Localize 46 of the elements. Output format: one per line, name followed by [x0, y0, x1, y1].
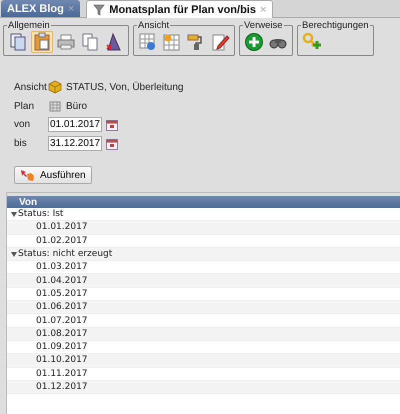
- group-label: Status: Ist: [18, 209, 64, 220]
- toolbar-button[interactable]: [31, 31, 53, 53]
- edit-icon: [210, 32, 230, 52]
- tab[interactable]: Monatsplan für Plan von/bis ×: [86, 0, 274, 18]
- calendar-icon[interactable]: [106, 118, 118, 131]
- column-header[interactable]: Von: [19, 196, 38, 208]
- table-icon: [48, 99, 62, 114]
- date-field[interactable]: 31.12.2017: [48, 136, 102, 152]
- calendar-icon[interactable]: [106, 138, 118, 150]
- table-cell-text: 01.03.2017: [35, 262, 88, 272]
- table-cell-text: 01.02.2017: [35, 236, 88, 246]
- grid-refresh-icon: [138, 32, 158, 52]
- date-field[interactable]: 01.01.2017: [48, 117, 102, 132]
- group-title: Ansicht: [137, 20, 170, 31]
- printer-icon: [56, 32, 76, 52]
- table-cell-text: 01.07.2017: [35, 316, 88, 326]
- view-value: STATUS, Von, Überleitung: [66, 82, 184, 93]
- table-cell-text: 01.04.2017: [35, 276, 88, 286]
- tab[interactable]: ALEX Blog ×: [1, 0, 80, 17]
- group-title: Allgemein: [7, 20, 51, 31]
- plan-value: Büro: [66, 100, 88, 112]
- toolbar-button[interactable]: [243, 31, 265, 53]
- add-icon: [244, 32, 264, 52]
- filter-icon: [93, 4, 106, 16]
- field-label: Plan: [14, 100, 36, 112]
- table-cell-text: 01.08.2017: [35, 328, 88, 339]
- key-icon: [302, 32, 322, 52]
- table-cell-text: 01.12.2017: [35, 382, 88, 392]
- cube-icon: [48, 80, 62, 94]
- table-cell-text: 01.09.2017: [35, 342, 88, 352]
- clipboard-icon: [32, 32, 52, 52]
- table-cell-text: 01.05.2017: [35, 288, 88, 299]
- table-cell-text: 01.06.2017: [35, 302, 88, 312]
- expand-icon[interactable]: [11, 252, 17, 257]
- cursor-icon: [20, 168, 36, 182]
- table-cell-text: 01.11.2017: [35, 368, 88, 379]
- group-title: Verweise: [243, 20, 284, 31]
- table-cell-text: 01.01.2017: [35, 222, 88, 232]
- field-label: von: [14, 119, 32, 130]
- pages-icon: [80, 32, 100, 52]
- run-button[interactable]: Ausführen: [14, 166, 92, 184]
- document-copy-icon: [8, 32, 28, 52]
- group-title: Berechtigungen: [301, 20, 370, 31]
- grid-star-icon: [162, 32, 182, 52]
- table-cell-text: 01.10.2017: [35, 355, 88, 366]
- field-label: bis: [14, 138, 28, 150]
